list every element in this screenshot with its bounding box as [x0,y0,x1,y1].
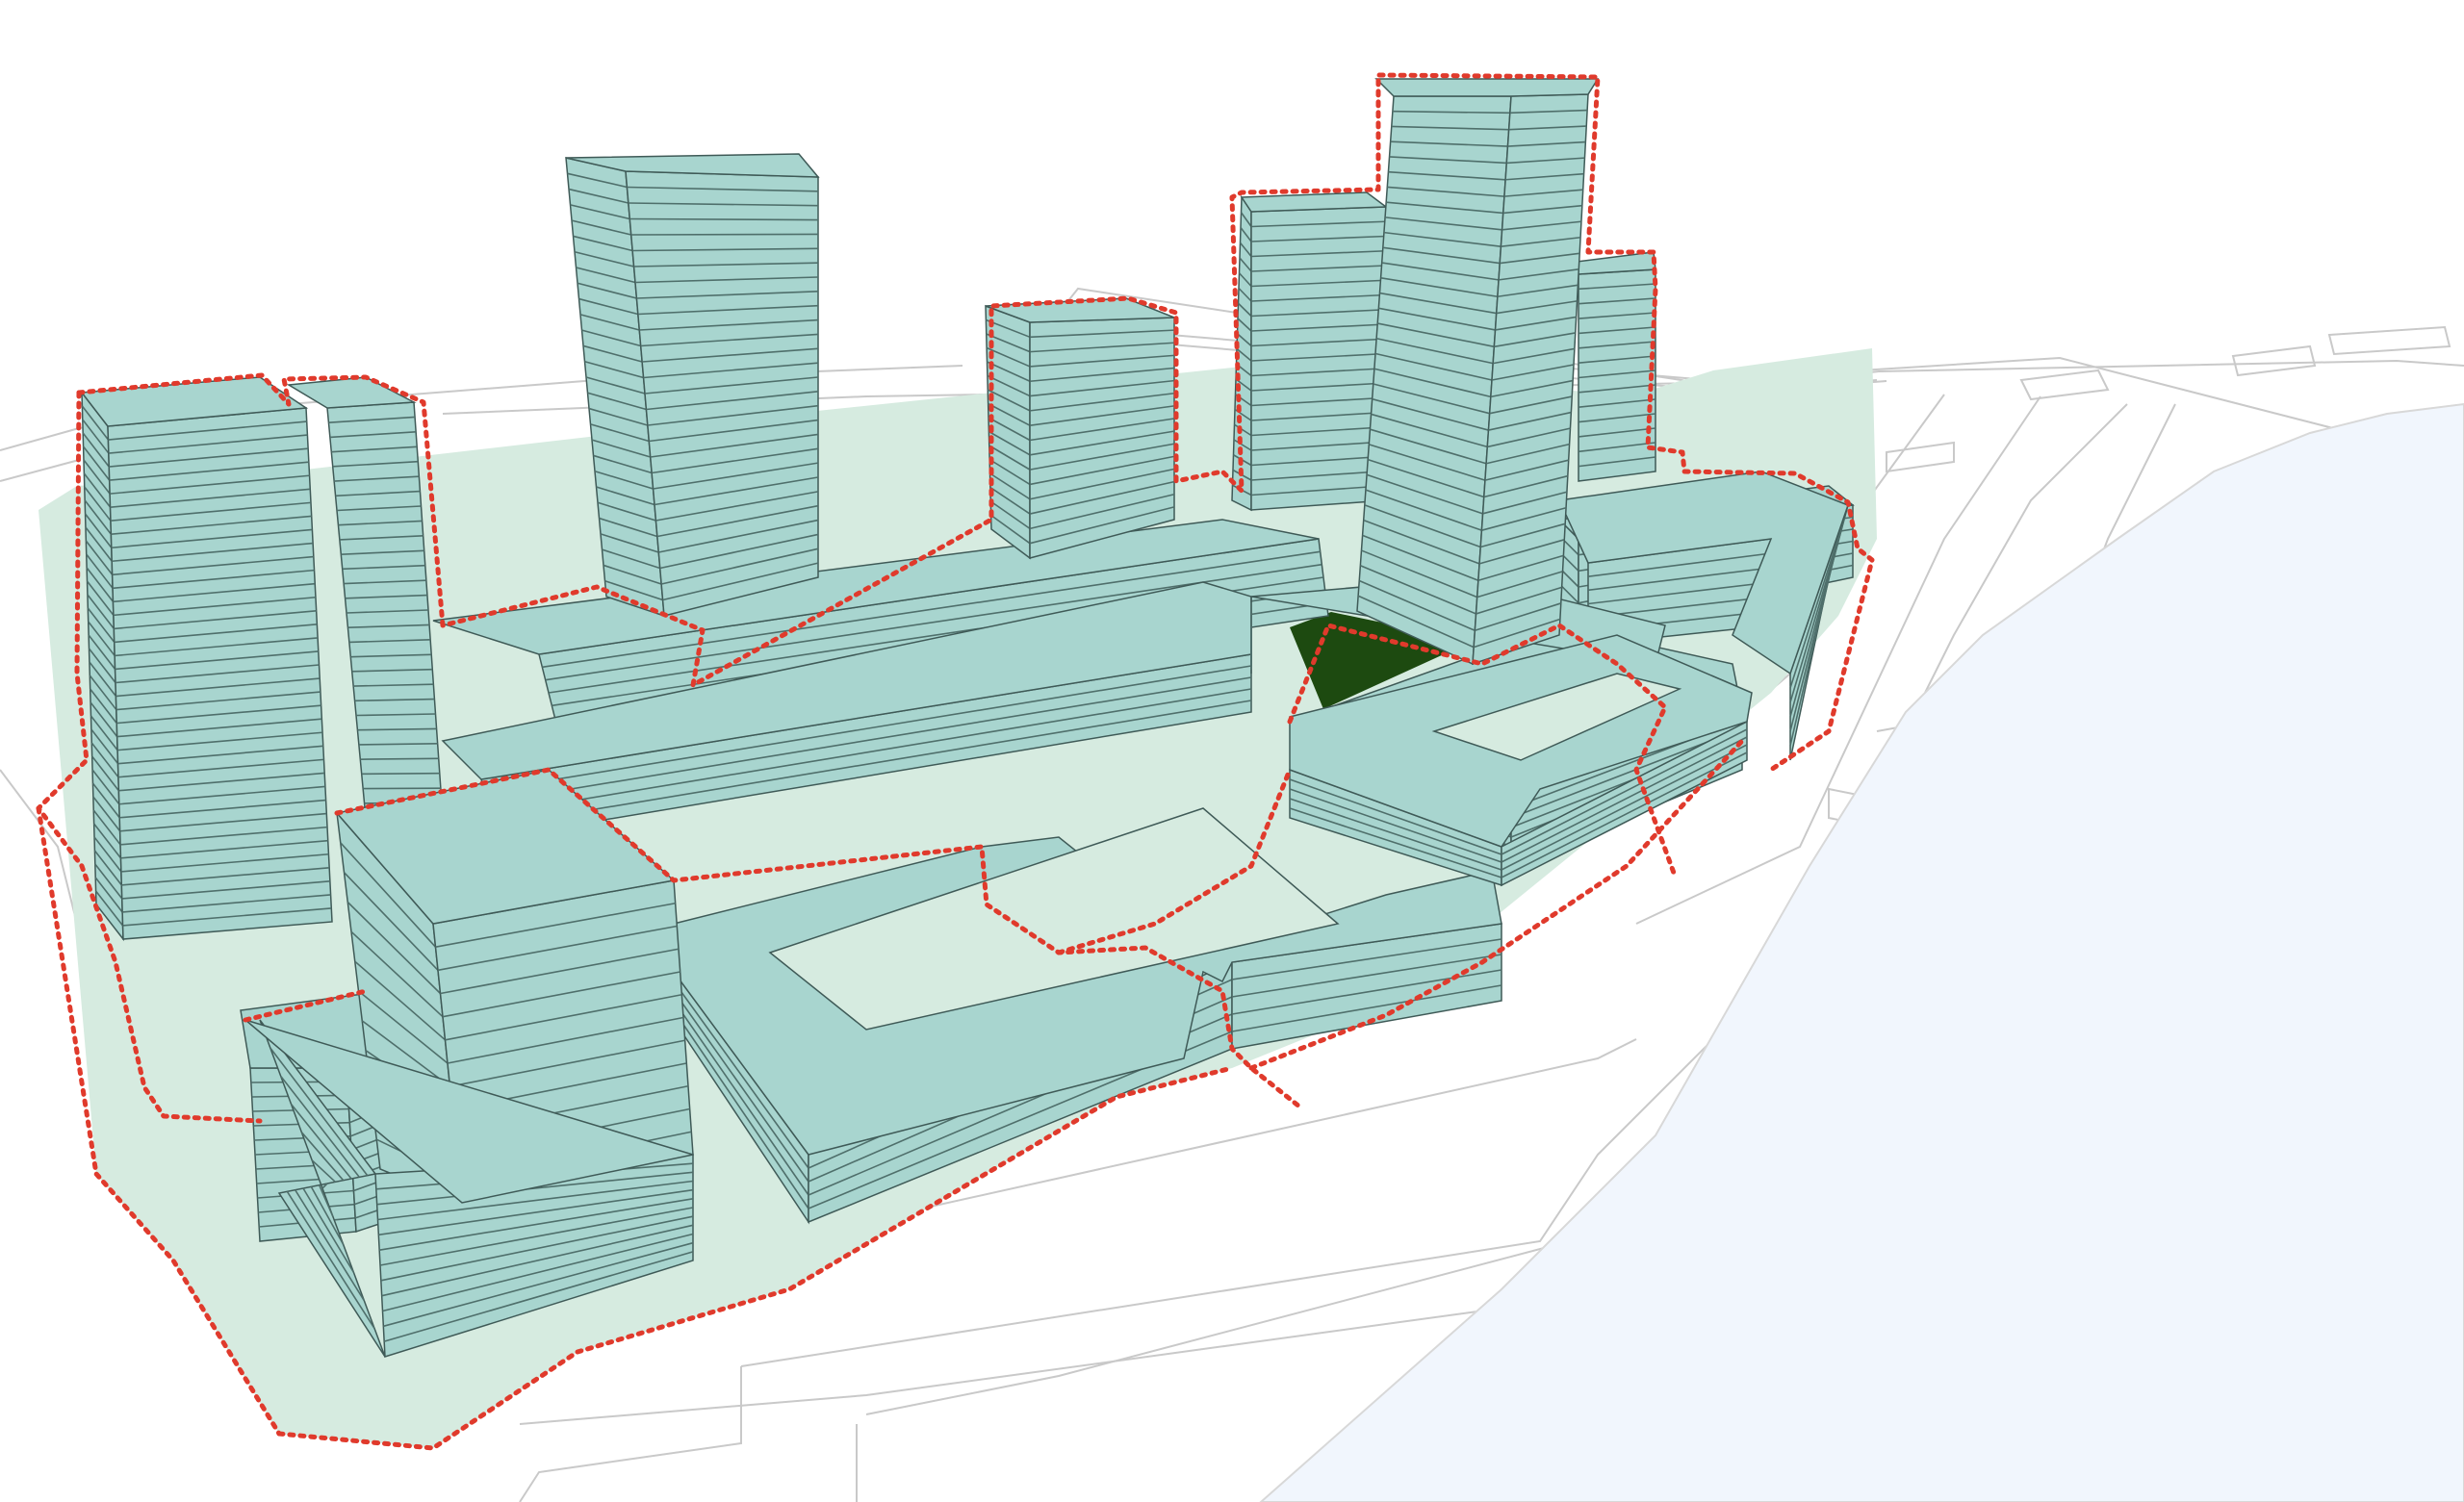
tower-main-roof [1374,78,1600,97]
tower-left-1 [80,376,333,942]
context-line-23 [2231,344,2317,377]
tower-left-2-face-1-floor-25 [361,772,440,776]
tower-main [1356,78,1600,666]
tower-left-2-face-1-floor-24 [360,757,439,760]
context-line-2 [0,459,80,482]
tower-3-face-2 [1029,317,1175,559]
tower-2-face-2-floor-4 [630,233,819,236]
tower-3 [985,297,1175,560]
massing-diagram [0,72,2464,1502]
tower-4 [1231,191,1389,512]
context-line-25 [1886,441,1955,473]
tower-2-face-2-floor-3 [629,217,819,221]
context-line-22 [2019,369,2110,401]
tower-5 [1576,251,1656,482]
tower-left-2-face-1-floor-23 [358,743,438,746]
context-line-15 [519,1366,742,1502]
context-line-24 [2327,325,2451,356]
tower-2 [565,153,820,618]
